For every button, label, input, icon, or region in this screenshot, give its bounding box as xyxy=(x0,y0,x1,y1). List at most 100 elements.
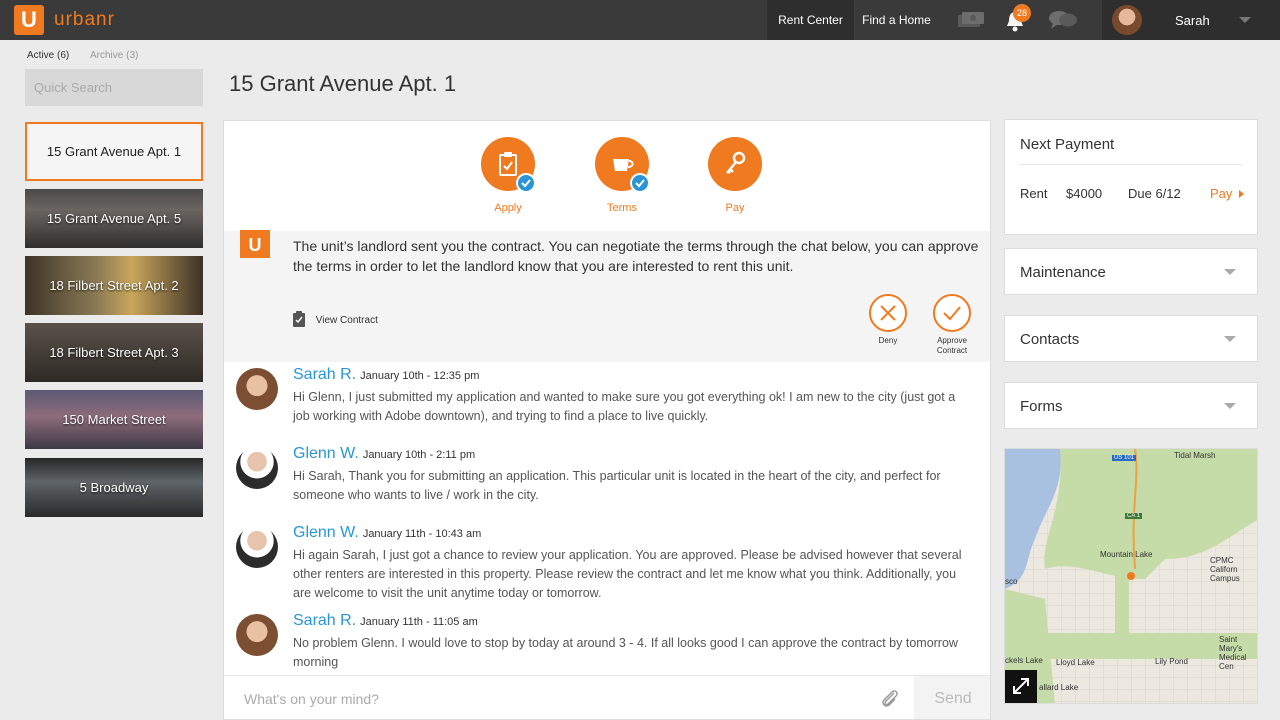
rent-label: Rent xyxy=(1020,186,1048,201)
money-icon[interactable] xyxy=(957,11,985,29)
coffee-cup-icon xyxy=(613,159,634,171)
deny-button[interactable]: Deny xyxy=(858,294,918,346)
chevron-down-icon[interactable] xyxy=(1224,403,1236,409)
quick-search-input[interactable] xyxy=(25,69,203,106)
nav-find-a-home[interactable]: Find a Home xyxy=(854,0,939,40)
step-circle xyxy=(481,137,536,193)
check-icon xyxy=(630,173,650,193)
step-terms[interactable]: Terms xyxy=(587,137,657,214)
message-input[interactable] xyxy=(224,676,874,719)
listing-item[interactable]: 150 Market Street xyxy=(25,390,203,449)
tab-archive[interactable]: Archive (3) xyxy=(90,50,138,61)
user-menu[interactable]: Sarah xyxy=(1102,0,1280,40)
listing-item[interactable]: 15 Grant Avenue Apt. 5 xyxy=(25,189,203,248)
approve-contract-button[interactable]: Approve Contract xyxy=(922,294,982,356)
view-contract-label: View Contract xyxy=(315,315,378,326)
compose-bar: Send xyxy=(224,675,990,719)
sender-name[interactable]: Glenn W. xyxy=(293,524,359,541)
keys-icon xyxy=(726,151,746,174)
map-label: CA 1 xyxy=(1125,513,1143,519)
listing-item[interactable]: 18 Filbert Street Apt. 2 xyxy=(25,256,203,315)
sender-name[interactable]: Sarah R. xyxy=(293,612,356,629)
card-title: Next Payment xyxy=(1020,136,1115,153)
message-text: Hi again Sarah, I just got a chance to r… xyxy=(293,548,962,600)
message-time: January 11th - 11:05 am xyxy=(360,616,478,628)
step-circle xyxy=(595,137,650,193)
chat-icon[interactable] xyxy=(1048,9,1078,31)
maintenance-card[interactable]: Maintenance xyxy=(1004,248,1258,295)
close-icon xyxy=(869,294,907,332)
check-icon xyxy=(933,294,971,332)
approve-label-line1: Approve xyxy=(937,336,967,345)
map-label: sco xyxy=(1005,577,1018,586)
sender-name[interactable]: Glenn W. xyxy=(293,445,359,462)
listing-label: 15 Grant Avenue Apt. 5 xyxy=(46,211,182,226)
check-icon xyxy=(516,173,536,193)
message-time: January 10th - 2:11 pm xyxy=(362,449,476,461)
view-contract-link[interactable]: View Contract xyxy=(292,311,378,330)
paperclip-icon[interactable] xyxy=(879,688,901,710)
avatar[interactable] xyxy=(1112,5,1142,35)
message-text: Hi Sarah, Thank you for submitting an ap… xyxy=(293,469,941,502)
urbanr-logo[interactable]: U xyxy=(14,5,44,35)
step-label: Terms xyxy=(607,202,637,214)
map-label: Lily Pond xyxy=(1155,657,1188,666)
listing-item[interactable]: 5 Broadway xyxy=(25,458,203,517)
step-pay[interactable]: Pay xyxy=(700,137,770,214)
chevron-down-icon[interactable] xyxy=(1239,17,1251,23)
listing-label: 18 Filbert Street Apt. 3 xyxy=(49,345,179,360)
tab-active[interactable]: Active (6) xyxy=(27,50,69,61)
forms-card[interactable]: Forms xyxy=(1004,382,1258,429)
expand-map-button[interactable] xyxy=(1005,670,1037,703)
clipboard-icon xyxy=(499,152,517,176)
notification-badge: 28 xyxy=(1013,4,1031,22)
chevron-down-icon[interactable] xyxy=(1224,269,1236,275)
next-payment-card: Next Payment Rent $4000 Due 6/12 Pay xyxy=(1004,119,1258,235)
nav-rent-center[interactable]: Rent Center xyxy=(767,0,854,40)
card-title: Forms xyxy=(1020,398,1063,415)
message-header: Glenn W. January 11th - 10:43 am xyxy=(293,524,481,542)
map[interactable]: Tidal Marsh US 101 CA 1 Mountain Lake CP… xyxy=(1004,448,1258,704)
chevron-right-icon xyxy=(1239,190,1245,198)
contacts-card[interactable]: Contacts xyxy=(1004,315,1258,362)
listing-item[interactable]: 15 Grant Avenue Apt. 1 xyxy=(25,122,203,181)
avatar[interactable] xyxy=(236,614,278,656)
step-label: Apply xyxy=(494,202,522,214)
user-name[interactable]: Sarah xyxy=(1175,13,1210,28)
message-header: Glenn W. January 10th - 2:11 pm xyxy=(293,445,475,463)
deny-label: Deny xyxy=(878,336,898,345)
avatar[interactable] xyxy=(236,526,278,568)
top-bar: U urbanr Rent Center Find a Home 28 Sara… xyxy=(0,0,1280,40)
listing-label: 15 Grant Avenue Apt. 1 xyxy=(46,144,182,159)
urbanr-logo: U xyxy=(240,230,270,258)
card-title: Contacts xyxy=(1020,331,1080,348)
approve-label-line2: Contract xyxy=(936,346,968,355)
card-title: Maintenance xyxy=(1020,264,1106,281)
pay-label: Pay xyxy=(1210,186,1233,201)
message-time: January 10th - 12:35 pm xyxy=(360,370,480,382)
map-label: Saint Mary's Medical Cen xyxy=(1219,635,1247,671)
notice-text: The unit’s landlord sent you the contrac… xyxy=(293,238,979,274)
message-header: Sarah R. January 11th - 11:05 am xyxy=(293,612,478,630)
chevron-down-icon[interactable] xyxy=(1224,336,1236,342)
listing-label: 5 Broadway xyxy=(79,480,149,495)
listing-item[interactable]: 18 Filbert Street Apt. 3 xyxy=(25,323,203,382)
expand-icon xyxy=(1013,678,1029,694)
avatar[interactable] xyxy=(236,368,278,410)
clipboard-icon xyxy=(292,311,306,330)
listing-label: 150 Market Street xyxy=(62,412,166,427)
message-time: January 11th - 10:43 am xyxy=(362,528,482,540)
map-label: ckels Lake xyxy=(1005,656,1043,665)
sender-name[interactable]: Sarah R. xyxy=(293,366,356,383)
rental-conversation-panel: Apply Terms Pay U The unit’s landlord se… xyxy=(223,120,991,720)
approve-label: Approve Contract xyxy=(922,336,982,356)
map-label: CPMC Californ Campus xyxy=(1210,556,1240,583)
step-apply[interactable]: Apply xyxy=(473,137,543,214)
message-text: No problem Glenn. I would love to stop b… xyxy=(293,636,958,669)
send-button[interactable]: Send xyxy=(914,676,990,719)
due-date: Due 6/12 xyxy=(1128,186,1181,201)
avatar[interactable] xyxy=(236,447,278,489)
pay-link[interactable]: Pay xyxy=(1210,186,1245,201)
brand-name[interactable]: urbanr xyxy=(54,9,115,31)
map-label: allard Lake xyxy=(1039,683,1079,692)
